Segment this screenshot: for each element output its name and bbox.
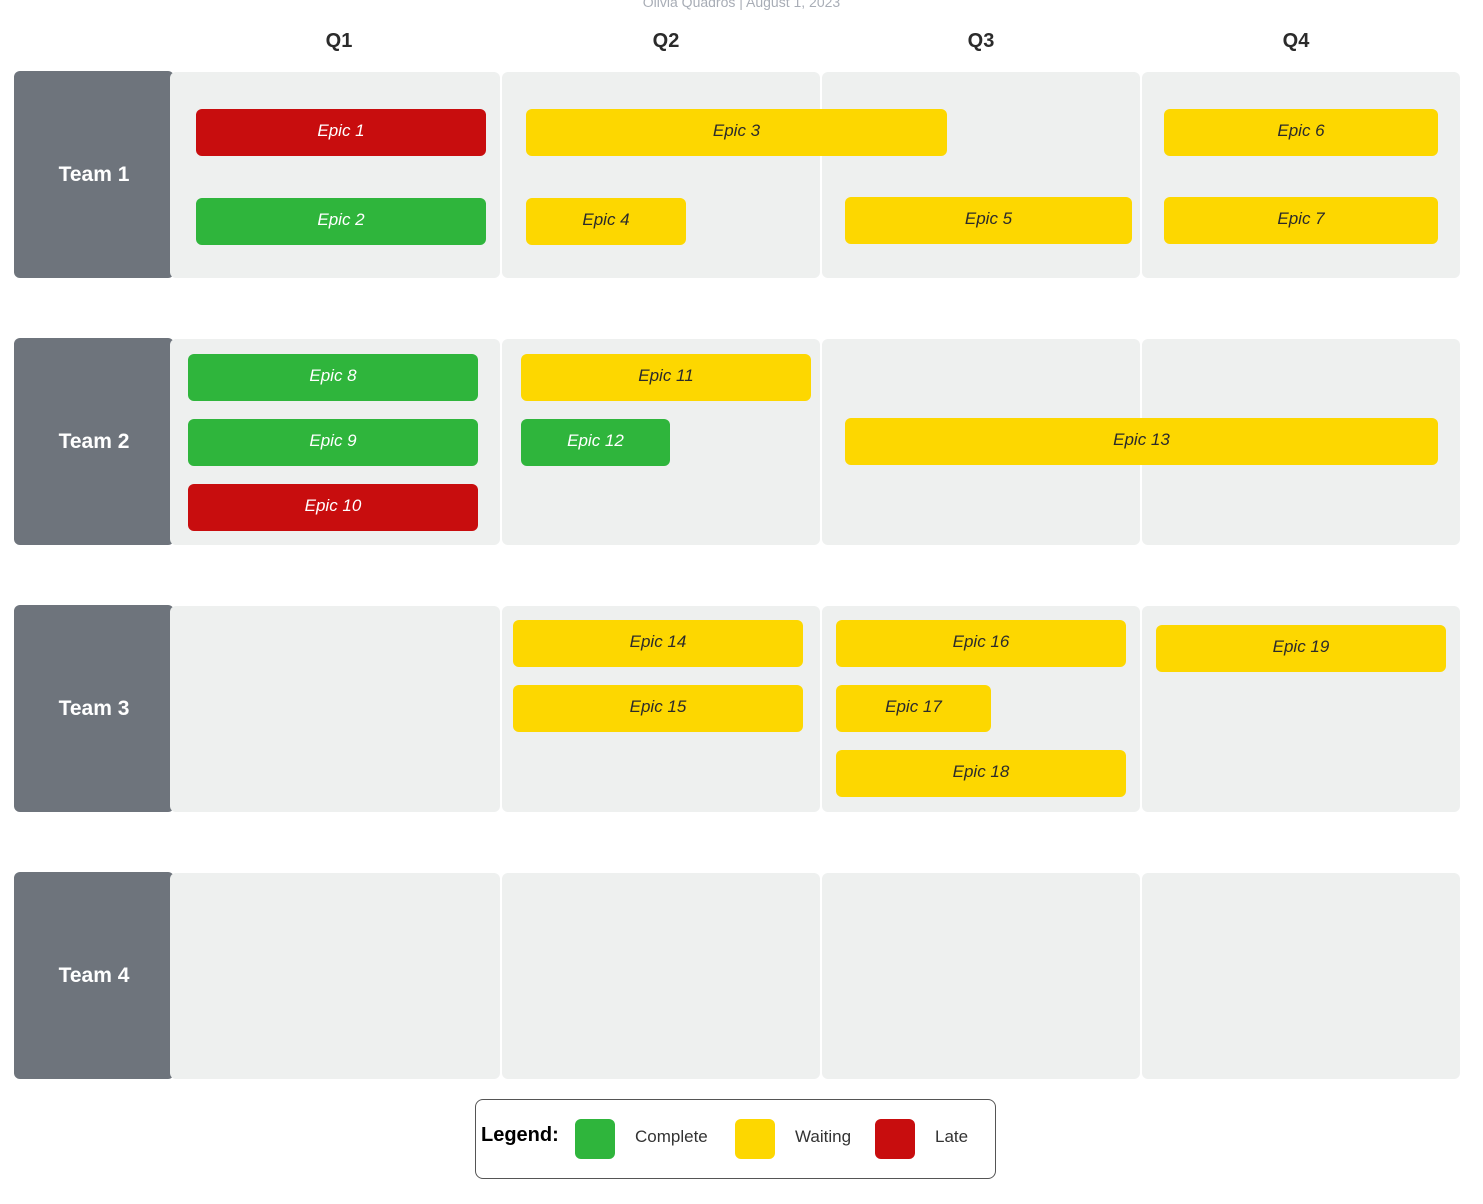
epic-card[interactable]: Epic 5 bbox=[845, 197, 1132, 244]
epic-card[interactable]: Epic 3 bbox=[526, 109, 947, 156]
epic-card[interactable]: Epic 1 bbox=[196, 109, 486, 156]
subtitle: Olivia Quadros | August 1, 2023 bbox=[642, 0, 841, 10]
team-label-1: Team 1 bbox=[14, 71, 174, 278]
epic-card[interactable]: Epic 9 bbox=[188, 419, 478, 466]
grid-cell-team4-q4 bbox=[1142, 873, 1460, 1079]
quarter-header-q4: Q4 bbox=[1282, 30, 1310, 52]
epic-card[interactable]: Epic 12 bbox=[521, 419, 670, 466]
epic-card[interactable]: Epic 17 bbox=[836, 685, 991, 732]
legend-swatch-late bbox=[875, 1119, 915, 1159]
grid-cell-team4-q3 bbox=[822, 873, 1140, 1079]
legend-label-waiting: Waiting bbox=[795, 1127, 852, 1146]
epic-card[interactable]: Epic 4 bbox=[526, 198, 686, 245]
legend-title: Legend: bbox=[481, 1124, 559, 1146]
epic-card[interactable]: Epic 16 bbox=[836, 620, 1126, 667]
epic-card[interactable]: Epic 6 bbox=[1164, 109, 1438, 156]
grid-cell-team1-q4 bbox=[1142, 72, 1460, 278]
epic-card[interactable]: Epic 8 bbox=[188, 354, 478, 401]
team-label-4: Team 4 bbox=[14, 872, 174, 1079]
legend: Legend: Complete Waiting Late bbox=[475, 1099, 996, 1179]
epic-card[interactable]: Epic 19 bbox=[1156, 625, 1446, 672]
team-label-3: Team 3 bbox=[14, 605, 174, 812]
epic-card[interactable]: Epic 14 bbox=[513, 620, 803, 667]
grid-cell-team4-q2 bbox=[502, 873, 820, 1079]
quarter-header-q2: Q2 bbox=[652, 30, 680, 52]
epic-card[interactable]: Epic 11 bbox=[521, 354, 811, 401]
team-label-2: Team 2 bbox=[14, 338, 174, 545]
epic-card[interactable]: Epic 13 bbox=[845, 418, 1438, 465]
grid-cell-team1-q2 bbox=[502, 72, 820, 278]
legend-label-late: Late bbox=[935, 1127, 969, 1146]
quarter-header-q1: Q1 bbox=[325, 30, 353, 52]
legend-swatch-complete bbox=[575, 1119, 615, 1159]
epic-card[interactable]: Epic 2 bbox=[196, 198, 486, 245]
epic-card[interactable]: Epic 18 bbox=[836, 750, 1126, 797]
epic-card[interactable]: Epic 10 bbox=[188, 484, 478, 531]
quarter-header-q3: Q3 bbox=[967, 30, 995, 52]
epic-card[interactable]: Epic 15 bbox=[513, 685, 803, 732]
legend-label-complete: Complete bbox=[635, 1127, 708, 1146]
legend-swatch-waiting bbox=[735, 1119, 775, 1159]
grid-cell-team1-q1 bbox=[170, 72, 500, 278]
grid-cell-team4-q1 bbox=[170, 873, 500, 1079]
grid-cell-team1-q3 bbox=[822, 72, 1140, 278]
grid-cell-team3-q1 bbox=[170, 606, 500, 812]
epic-card[interactable]: Epic 7 bbox=[1164, 197, 1438, 244]
